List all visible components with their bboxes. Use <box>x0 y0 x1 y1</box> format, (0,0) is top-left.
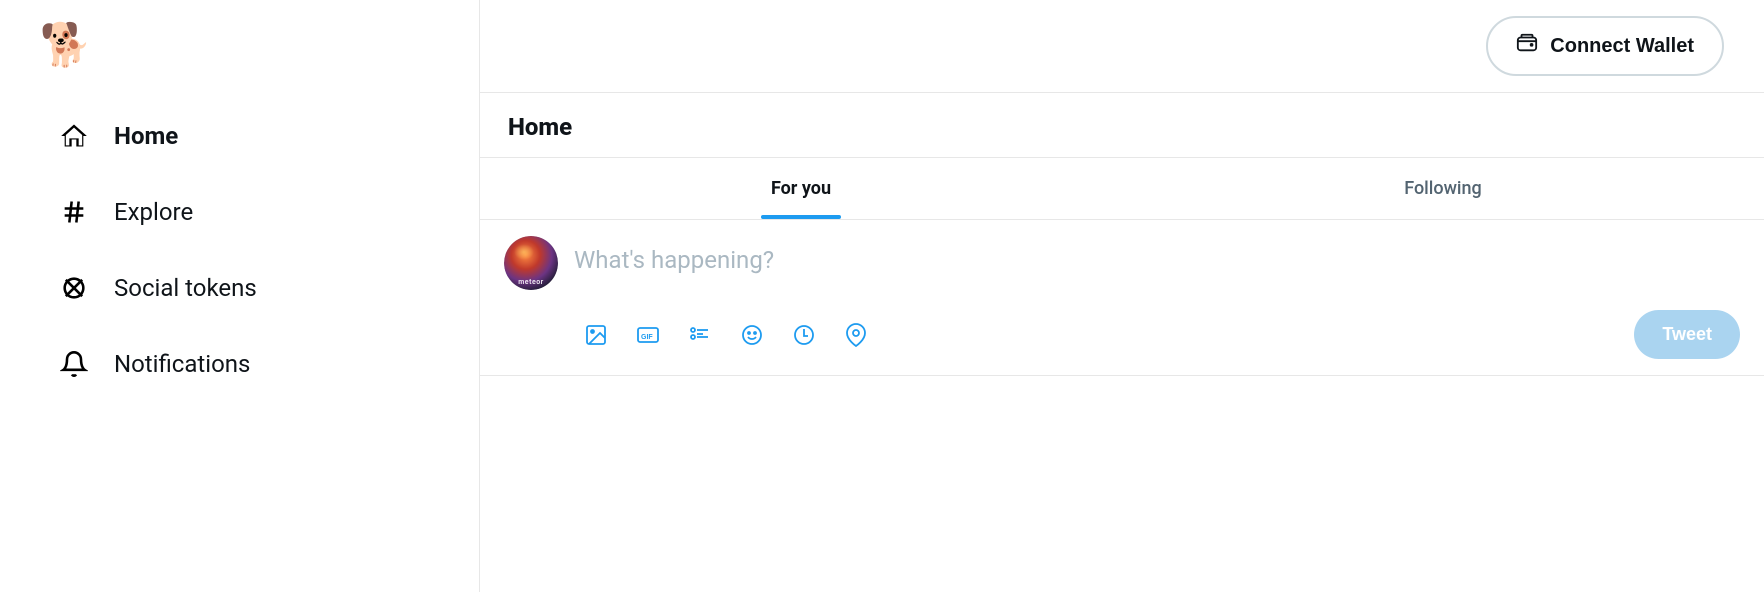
sidebar-item-home[interactable]: Home <box>40 100 439 172</box>
gif-tool-button[interactable]: GIF <box>626 313 670 357</box>
location-tool-button[interactable] <box>834 313 878 357</box>
sidebar-notifications-label: Notifications <box>114 350 250 378</box>
sidebar-social-tokens-label: Social tokens <box>114 274 257 302</box>
doge-logo-icon: 🐕 <box>40 25 92 67</box>
tab-following-label: Following <box>1404 178 1482 199</box>
tweet-button[interactable]: Tweet <box>1634 310 1740 359</box>
compose-tools: GIF <box>574 313 878 357</box>
compose-input-area[interactable]: What's happening? <box>574 236 1740 274</box>
image-tool-button[interactable] <box>574 313 618 357</box>
tab-for-you-label: For you <box>771 178 831 199</box>
sidebar-item-explore[interactable]: Explore <box>40 176 439 248</box>
poll-tool-button[interactable] <box>678 313 722 357</box>
compose-area: meteor What's happening? <box>480 220 1764 376</box>
main-content: Connect Wallet Home For you Following me… <box>480 0 1764 592</box>
compose-bottom: GIF <box>504 310 1740 359</box>
header: Connect Wallet <box>480 0 1764 93</box>
user-avatar-image: meteor <box>504 236 558 290</box>
home-section: Home For you Following meteor Wha <box>480 93 1764 592</box>
compose-placeholder[interactable]: What's happening? <box>574 246 774 274</box>
sidebar-item-social-tokens[interactable]: Social tokens <box>40 252 439 324</box>
connect-wallet-button[interactable]: Connect Wallet <box>1486 16 1724 76</box>
emoji-tool-button[interactable] <box>730 313 774 357</box>
tweet-button-label: Tweet <box>1662 324 1712 344</box>
sidebar-item-notifications[interactable]: Notifications <box>40 328 439 400</box>
schedule-tool-button[interactable] <box>782 313 826 357</box>
cross-icon <box>56 270 92 306</box>
avatar: meteor <box>504 236 558 290</box>
page-title: Home <box>508 113 1736 141</box>
bell-icon <box>56 346 92 382</box>
sidebar: 🐕 Home Explore <box>0 0 480 592</box>
tabs-row: For you Following <box>480 158 1764 220</box>
sidebar-home-label: Home <box>114 122 178 150</box>
svg-text:GIF: GIF <box>641 334 653 341</box>
tab-for-you[interactable]: For you <box>480 158 1122 219</box>
compose-top: meteor What's happening? <box>504 236 1740 290</box>
sidebar-explore-label: Explore <box>114 198 193 226</box>
hash-icon <box>56 194 92 230</box>
connect-wallet-label: Connect Wallet <box>1550 35 1694 58</box>
tab-following[interactable]: Following <box>1122 158 1764 219</box>
home-title-row: Home <box>480 93 1764 158</box>
wallet-icon <box>1516 32 1538 60</box>
home-icon <box>56 118 92 154</box>
logo[interactable]: 🐕 <box>40 20 92 72</box>
